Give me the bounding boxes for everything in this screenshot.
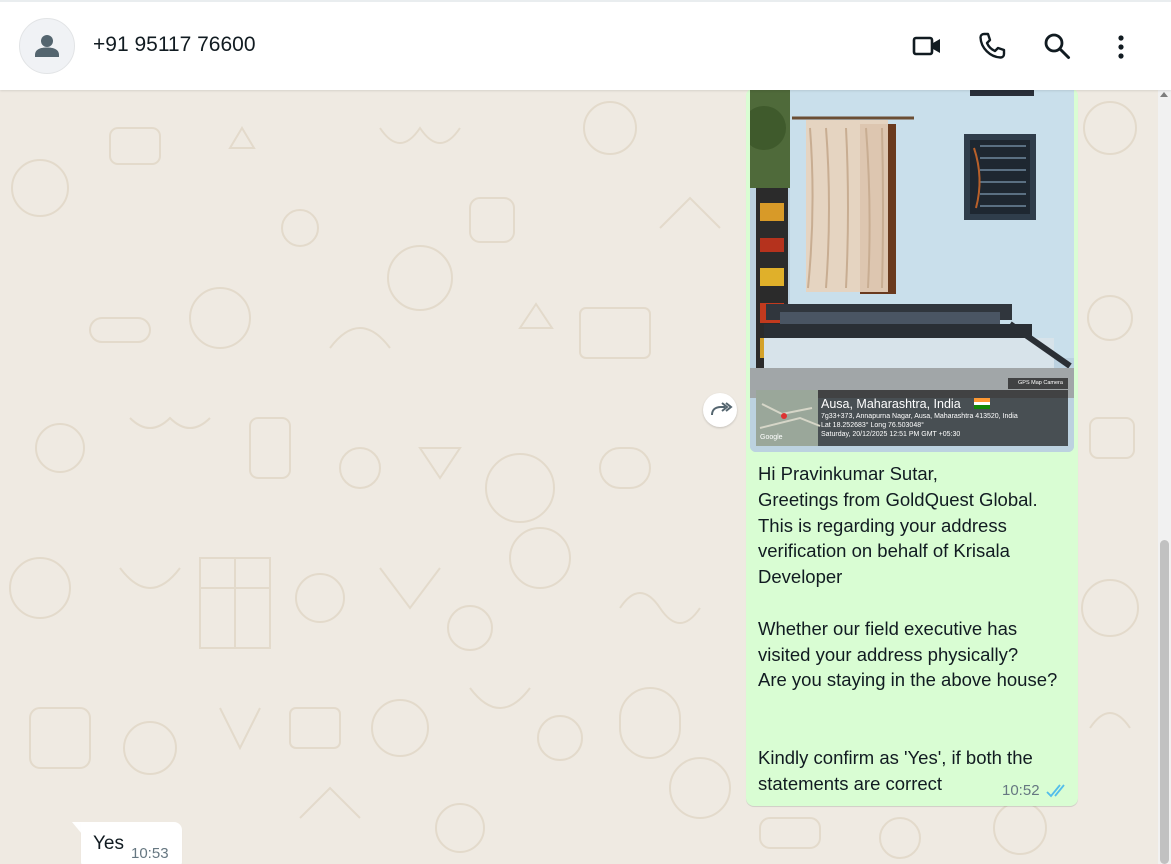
incoming-message-time: 10:53: [131, 845, 169, 862]
photo-camera-brand: GPS Map Camera: [1018, 380, 1063, 386]
scroll-up-arrow-icon[interactable]: [1160, 92, 1168, 97]
search-icon[interactable]: [1041, 30, 1073, 62]
outgoing-message-time: 10:52: [1002, 782, 1040, 799]
flag-icon: [974, 398, 990, 409]
forward-button[interactable]: [703, 393, 737, 427]
outgoing-message-text: Hi Pravinkumar Sutar, Greetings from Gol…: [758, 463, 1058, 794]
scrollbar-thumb[interactable]: [1160, 540, 1169, 864]
incoming-message-text: Yes: [93, 833, 124, 854]
message-photo[interactable]: Ausa, Maharashtra, India 7g33+373, Annap…: [750, 88, 1074, 452]
photo-coords-line: Lat 18.252683° Long 76.503048°: [821, 422, 924, 429]
photo-map-brand: Google: [760, 434, 783, 441]
chat-area[interactable]: Ausa, Maharashtra, India 7g33+373, Annap…: [0, 88, 1158, 864]
read-ticks-icon: [1046, 784, 1065, 798]
person-icon: [35, 35, 59, 57]
video-call-icon[interactable]: [911, 30, 943, 62]
menu-icon[interactable]: [1105, 30, 1137, 62]
voice-call-icon[interactable]: [976, 30, 1008, 62]
forward-icon: [711, 402, 733, 416]
chat-header: +91 95117 76600: [0, 0, 1171, 90]
photo-address-line: 7g33+373, Annapurna Nagar, Ausa, Maharas…: [821, 413, 1018, 420]
contact-name[interactable]: +91 95117 76600: [93, 33, 256, 57]
photo-datetime-line: Saturday, 20/12/2025 12:51 PM GMT +05:30: [821, 431, 961, 438]
contact-avatar[interactable]: [19, 18, 75, 74]
photo-location-title: Ausa, Maharashtra, India: [821, 397, 961, 411]
chat-scrollbar[interactable]: [1158, 88, 1171, 864]
